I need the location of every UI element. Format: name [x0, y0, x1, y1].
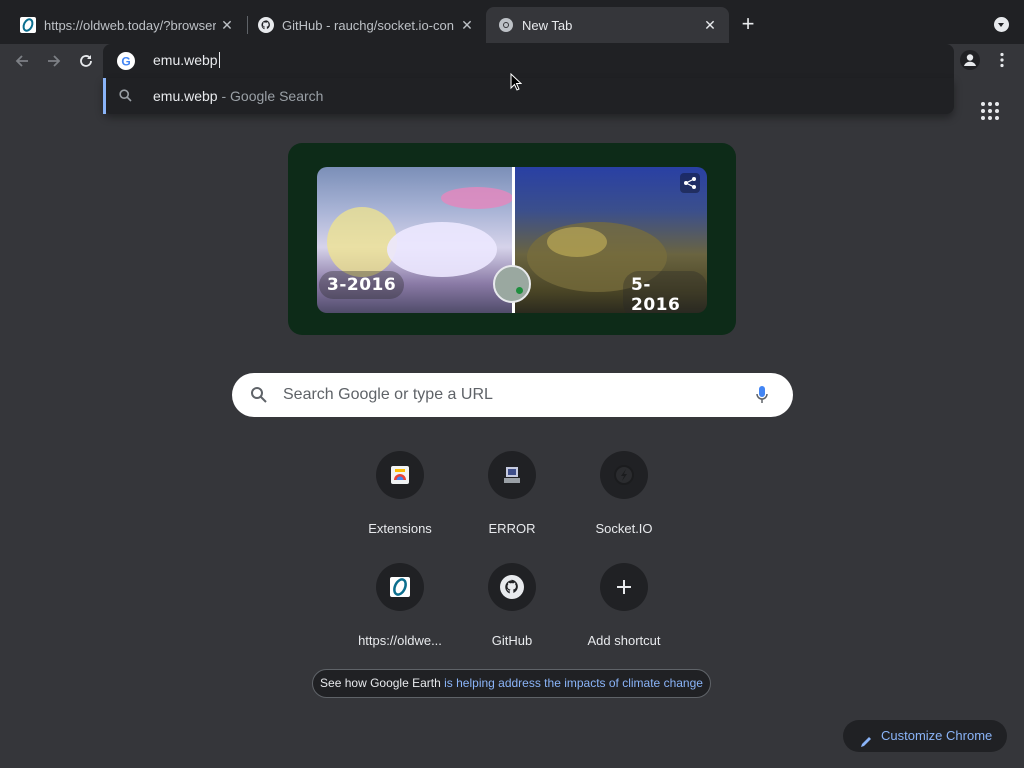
github-icon: [488, 563, 536, 611]
extensions-icon: [376, 451, 424, 499]
svg-text:G: G: [121, 55, 130, 69]
search-icon: [250, 386, 268, 409]
shortcut-add[interactable]: Add shortcut: [568, 563, 680, 663]
mouse-pointer-icon: [510, 72, 523, 96]
google-g-icon: G: [117, 52, 135, 75]
search-placeholder: Search Google or type a URL: [283, 386, 493, 403]
close-icon[interactable]: ✕: [701, 16, 719, 34]
suggestion-text: emu.webp - Google Search: [153, 88, 324, 104]
forward-button[interactable]: [41, 48, 67, 74]
shortcut-label: Extensions: [368, 521, 432, 536]
shortcut-error[interactable]: ERROR: [456, 451, 568, 551]
address-bar[interactable]: G emu.webp: [103, 44, 954, 78]
tab-search-icon[interactable]: [994, 17, 1009, 32]
before-date-label: 3-2016: [319, 271, 405, 299]
shortcut-oldweb[interactable]: https://oldwe...: [344, 563, 456, 663]
shortcut-github[interactable]: GitHub: [456, 563, 568, 663]
tab-strip: https://oldweb.today/?browser ✕ GitHub -…: [0, 0, 1024, 44]
reload-button[interactable]: [73, 48, 99, 74]
suggestion-highlight: [103, 78, 106, 114]
shortcut-socketio[interactable]: Socket.IO: [568, 451, 680, 551]
github-icon: [258, 17, 274, 33]
oldweb-icon: [376, 563, 424, 611]
after-date-label: 5-2016: [623, 271, 707, 313]
shortcut-label: Add shortcut: [587, 633, 661, 648]
oldweb-icon: [20, 17, 36, 33]
tab-title: GitHub - rauchg/socket.io-con: [282, 17, 454, 33]
pencil-icon: [859, 729, 873, 761]
tab-github[interactable]: GitHub - rauchg/socket.io-con ✕: [248, 7, 486, 43]
shortcut-label: Socket.IO: [595, 521, 653, 536]
google-apps-icon[interactable]: [978, 99, 1002, 123]
comparison-slider-handle[interactable]: [493, 265, 531, 303]
arrow-right-icon: [48, 55, 61, 67]
shortcut-label: https://oldwe...: [358, 633, 442, 648]
error-icon: [488, 451, 536, 499]
text-caret: [218, 52, 220, 68]
promo-text: See how Google Earth: [320, 676, 445, 690]
tab-new-tab[interactable]: New Tab ✕: [486, 7, 729, 43]
tab-oldweb[interactable]: https://oldweb.today/?browser ✕: [0, 7, 246, 43]
profile-button[interactable]: [958, 48, 982, 72]
ntp-search-box[interactable]: Search Google or type a URL: [232, 373, 793, 417]
tab-title: https://oldweb.today/?browser: [44, 17, 216, 33]
tab-title: New Tab: [522, 17, 573, 33]
shortcut-label: GitHub: [491, 633, 533, 648]
new-tab-button[interactable]: +: [736, 13, 760, 37]
back-button[interactable]: [9, 48, 35, 74]
customize-chrome-button[interactable]: Customize Chrome: [843, 720, 1007, 752]
reload-icon: [80, 55, 92, 67]
menu-button[interactable]: [992, 48, 1012, 72]
shortcut-extensions[interactable]: Extensions: [344, 451, 456, 551]
customize-label: Customize Chrome: [881, 728, 993, 743]
chrome-icon: [498, 17, 514, 33]
promo-link-text[interactable]: is helping address the impacts of climat…: [444, 676, 703, 690]
search-icon: [119, 89, 132, 107]
socketio-icon: [600, 451, 648, 499]
more-vert-icon: [1000, 52, 1004, 68]
close-icon[interactable]: ✕: [458, 16, 476, 34]
plus-icon: [600, 563, 648, 611]
microphone-icon[interactable]: [755, 385, 769, 410]
close-icon[interactable]: ✕: [218, 16, 236, 34]
doodle-image[interactable]: 3-2016 5-2016: [317, 167, 707, 313]
arrow-left-icon: [15, 55, 28, 67]
share-icon[interactable]: [680, 173, 700, 193]
omnibox-suggestion[interactable]: emu.webp - Google Search: [103, 78, 954, 114]
shortcut-label: ERROR: [488, 521, 536, 536]
promo-link[interactable]: See how Google Earth is helping address …: [312, 669, 711, 698]
person-icon: [960, 50, 980, 70]
address-input[interactable]: emu.webp: [153, 52, 220, 68]
